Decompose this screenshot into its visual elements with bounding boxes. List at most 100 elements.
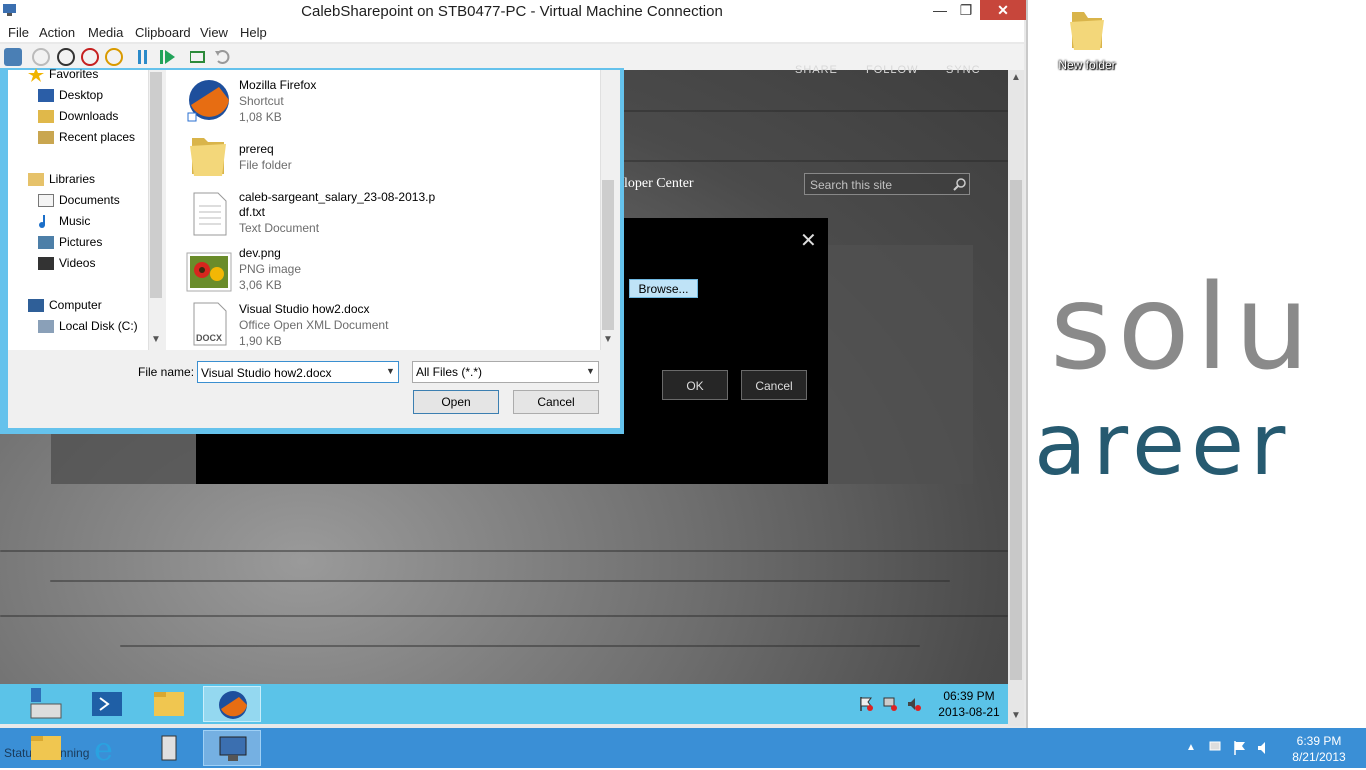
recent-places-icon: [38, 131, 54, 144]
action-center-flag-icon[interactable]: [1232, 740, 1248, 756]
flower-image-icon[interactable]: [186, 252, 232, 292]
guest-time: 06:39 PM: [943, 689, 995, 703]
computer-icon: [28, 299, 44, 312]
menu-media[interactable]: Media: [88, 25, 123, 40]
save-state-icon[interactable]: [105, 48, 123, 66]
open-button[interactable]: Open: [413, 390, 499, 414]
desktop-icon: [38, 89, 54, 102]
documents-icon: [38, 194, 54, 207]
file-list-scroll-thumb[interactable]: [602, 180, 614, 330]
volume-muted-icon[interactable]: [906, 696, 922, 712]
cancel-button[interactable]: Cancel: [741, 370, 807, 400]
volume-icon[interactable]: [1256, 740, 1272, 756]
nav-scroll-down-icon[interactable]: ▼: [151, 334, 161, 345]
menu-view[interactable]: View: [200, 25, 228, 40]
videos-icon: [38, 257, 54, 270]
file-type: Text Document: [239, 221, 320, 235]
reset-icon[interactable]: [189, 50, 206, 64]
background-wallpaper-text: areer: [1034, 395, 1292, 495]
desktop-folder-icon[interactable]: [1058, 6, 1116, 55]
nav-downloads[interactable]: Downloads: [59, 109, 118, 123]
nav-music[interactable]: Music: [59, 214, 90, 228]
revert-icon[interactable]: [214, 49, 230, 65]
sync-link[interactable]: SYNC: [946, 64, 981, 76]
pause-icon[interactable]: [137, 50, 149, 64]
nav-libraries[interactable]: Libraries: [49, 172, 95, 186]
powershell-icon[interactable]: [78, 686, 136, 722]
scroll-down-icon[interactable]: ▼: [1011, 710, 1021, 721]
minimize-button[interactable]: —: [928, 0, 952, 20]
file-name-value[interactable]: Visual Studio how2.docx: [201, 366, 332, 380]
file-name[interactable]: prereq: [239, 142, 274, 156]
site-title[interactable]: loper Center: [624, 176, 694, 192]
show-hidden-icons-icon[interactable]: ▲: [1186, 742, 1196, 753]
search-icon[interactable]: [953, 177, 967, 191]
turn-off-icon[interactable]: [57, 48, 75, 66]
shutdown-icon[interactable]: [81, 48, 99, 66]
nav-documents[interactable]: Documents: [59, 193, 120, 207]
file-size: 1,08 KB: [239, 110, 282, 124]
nav-desktop[interactable]: Desktop: [59, 88, 103, 102]
ok-button[interactable]: OK: [662, 370, 728, 400]
nav-local-disk[interactable]: Local Disk (C:): [59, 319, 138, 333]
file-size: 3,06 KB: [239, 278, 282, 292]
file-explorer-icon[interactable]: [140, 686, 198, 722]
scroll-up-icon[interactable]: ▲: [1011, 72, 1021, 83]
follow-link[interactable]: FOLLOW: [866, 64, 918, 76]
file-name[interactable]: dev.png: [239, 246, 281, 260]
downloads-icon: [38, 110, 54, 123]
internet-explorer-icon[interactable]: e: [78, 730, 136, 768]
calculator-icon[interactable]: [140, 730, 198, 766]
file-name[interactable]: Mozilla Firefox: [239, 78, 316, 92]
network-icon[interactable]: [882, 696, 898, 712]
close-button[interactable]: ✕: [980, 0, 1026, 20]
file-type: Shortcut: [239, 94, 284, 108]
host-clock[interactable]: 6:39 PM 8/21/2013: [1282, 733, 1356, 765]
menu-action[interactable]: Action: [39, 25, 75, 40]
file-name[interactable]: Visual Studio how2.docx: [239, 302, 370, 316]
libraries-icon: [28, 173, 44, 186]
file-name[interactable]: caleb-sargeant_salary_23-08-2013.p: [239, 190, 435, 204]
file-name-continued[interactable]: df.txt: [239, 205, 265, 219]
local-disk-icon: [38, 320, 54, 333]
docx-badge: DOCX: [196, 333, 223, 343]
menu-help[interactable]: Help: [240, 25, 267, 40]
network-icon[interactable]: [1208, 740, 1224, 756]
nav-scroll-thumb[interactable]: [150, 72, 162, 298]
menu-clipboard[interactable]: Clipboard: [135, 25, 191, 40]
dialog-cancel-button[interactable]: Cancel: [513, 390, 599, 414]
resume-icon[interactable]: [160, 50, 176, 64]
action-center-flag-icon[interactable]: [858, 696, 874, 712]
file-name-dropdown-icon[interactable]: ▼: [386, 366, 395, 376]
file-type: Office Open XML Document: [239, 318, 389, 332]
browse-button[interactable]: Browse...: [629, 279, 698, 298]
file-list-scroll-down-icon[interactable]: ▼: [603, 334, 613, 345]
vm-connection-icon[interactable]: [203, 730, 261, 766]
vm-scroll-thumb[interactable]: [1010, 180, 1022, 680]
file-type-value[interactable]: All Files (*.*): [416, 365, 482, 379]
dialog-close-icon[interactable]: ✕: [800, 228, 817, 253]
svg-text:e: e: [94, 730, 113, 766]
file-type-dropdown-icon[interactable]: ▼: [586, 366, 595, 376]
favorites-star-icon: [28, 68, 44, 82]
nav-favorites[interactable]: Favorites: [49, 67, 98, 81]
guest-clock[interactable]: 06:39 PM 2013-08-21: [938, 688, 1000, 720]
start-icon[interactable]: [32, 48, 50, 66]
nav-videos[interactable]: Videos: [59, 256, 95, 270]
nav-recent-places[interactable]: Recent places: [59, 130, 135, 144]
firefox-icon[interactable]: [203, 686, 261, 722]
file-explorer-icon[interactable]: [17, 730, 75, 766]
ctrl-alt-del-icon[interactable]: [4, 48, 22, 66]
server-manager-icon[interactable]: [17, 686, 75, 722]
maximize-button[interactable]: ❐: [954, 0, 978, 20]
file-type: PNG image: [239, 262, 302, 276]
nav-computer[interactable]: Computer: [49, 298, 102, 312]
nav-pictures[interactable]: Pictures: [59, 235, 102, 249]
firefox-file-icon[interactable]: [186, 77, 232, 123]
host-date: 8/21/2013: [1292, 750, 1346, 764]
folder-icon[interactable]: [186, 132, 232, 178]
desktop-folder-label[interactable]: New folder: [1052, 58, 1122, 72]
menu-file[interactable]: File: [8, 25, 29, 40]
text-document-icon[interactable]: [192, 192, 228, 236]
share-link[interactable]: SHARE: [795, 64, 838, 76]
